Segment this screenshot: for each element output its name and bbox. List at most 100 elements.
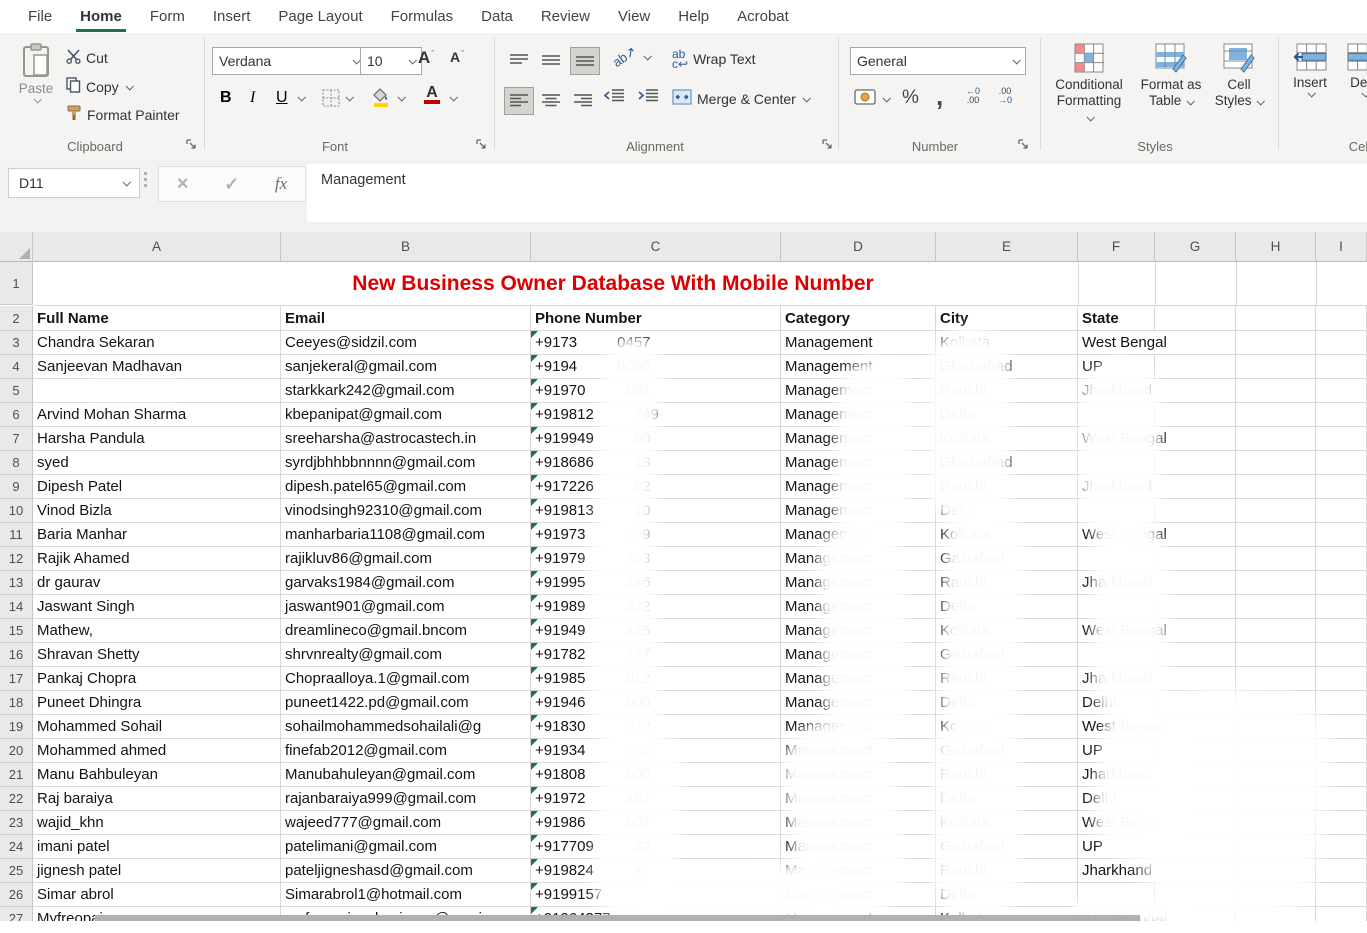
cell-name[interactable]: syed [33, 451, 281, 475]
insert-function-icon[interactable]: fx [275, 174, 287, 194]
cell-empty[interactable] [1155, 667, 1236, 691]
cell-phone[interactable]: +91981310 [531, 499, 781, 523]
cell-city[interactable]: Delhi [936, 883, 1078, 907]
cell-empty[interactable] [1155, 475, 1236, 499]
header-empty[interactable] [1236, 306, 1316, 331]
cell-empty[interactable] [1316, 883, 1367, 907]
cell-city[interactable]: Kolkata [936, 331, 1078, 355]
header-category[interactable]: Category [781, 306, 936, 331]
cell-state[interactable] [1078, 499, 1155, 523]
delete-cells-button[interactable]: Dele [1340, 43, 1367, 97]
title-row-cell[interactable]: New Business Owner Database With Mobile … [33, 262, 1367, 306]
cell-empty[interactable] [1155, 811, 1236, 835]
cell-state[interactable]: West Benga [1078, 811, 1155, 835]
cell-empty[interactable] [1316, 667, 1367, 691]
row-header-3[interactable]: 3 [0, 331, 33, 355]
cell-phone[interactable]: +91868618 [531, 451, 781, 475]
enter-icon[interactable]: ✓ [224, 174, 239, 195]
cell-empty[interactable] [1316, 835, 1367, 859]
clipboard-dialog-launcher[interactable] [186, 139, 198, 151]
cell-name[interactable]: Harsha Pandula [33, 427, 281, 451]
cell-empty[interactable] [1236, 883, 1316, 907]
cell-empty[interactable] [1236, 907, 1316, 921]
cell-empty[interactable] [1155, 499, 1236, 523]
cell-styles-button[interactable]: Cell Styles [1210, 43, 1268, 109]
cell-empty[interactable] [1155, 571, 1236, 595]
cell-empty[interactable] [1236, 859, 1316, 883]
row-header-11[interactable]: 11 [0, 523, 33, 547]
cell-city[interactable]: Delhi [936, 787, 1078, 811]
orientation-button[interactable]: ab↗ [612, 49, 650, 65]
row-header-15[interactable]: 15 [0, 619, 33, 643]
cell-empty[interactable] [1236, 547, 1316, 571]
cell-city[interactable]: Kolkata [936, 715, 1078, 739]
cell-city[interactable]: Gaziabad [936, 547, 1078, 571]
cell-empty[interactable] [1155, 907, 1236, 921]
cell-name[interactable]: Chandra Sekaran [33, 331, 281, 355]
borders-dropdown[interactable] [344, 95, 352, 101]
cell-state[interactable] [1078, 595, 1155, 619]
font-color-dropdown[interactable] [448, 95, 456, 101]
cell-category[interactable]: Management [781, 691, 936, 715]
cell-city[interactable]: Delhi [936, 691, 1078, 715]
column-header-F[interactable]: F [1078, 232, 1155, 262]
cell-empty[interactable] [1316, 859, 1367, 883]
cell-name[interactable]: Pankaj Chopra [33, 667, 281, 691]
header-state[interactable]: State [1078, 306, 1155, 331]
cell-empty[interactable] [1236, 715, 1316, 739]
borders-button[interactable] [322, 89, 340, 112]
row-header-24[interactable]: 24 [0, 835, 33, 859]
cell-name[interactable]: Arvind Mohan Sharma [33, 403, 281, 427]
cell-empty[interactable] [1155, 739, 1236, 763]
formula-bar-handle[interactable] [144, 172, 147, 187]
cell-category[interactable]: Management [781, 475, 936, 499]
cell-empty[interactable] [1236, 811, 1316, 835]
cell-empty[interactable] [1155, 379, 1236, 403]
cell-city[interactable]: Kolkata [936, 811, 1078, 835]
column-header-G[interactable]: G [1155, 232, 1236, 262]
font-family-select[interactable]: Verdana [212, 47, 366, 75]
cell-email[interactable]: syrdjbhhbbnnnn@gmail.com [281, 451, 531, 475]
cell-empty[interactable] [1316, 427, 1367, 451]
cell-category[interactable]: Management [781, 379, 936, 403]
cell-state[interactable]: UP [1078, 835, 1155, 859]
cell-phone[interactable]: +919812749 [531, 403, 781, 427]
cell-state[interactable] [1078, 643, 1155, 667]
cell-empty[interactable] [1155, 835, 1236, 859]
cell-state[interactable]: UP [1078, 739, 1155, 763]
row-header-2[interactable]: 2 [0, 306, 33, 331]
cell-category[interactable]: Management [781, 835, 936, 859]
cell-state[interactable]: UP [1078, 355, 1155, 379]
cell-phone[interactable]: +91986607 [531, 811, 781, 835]
cell-empty[interactable] [1316, 715, 1367, 739]
comma-style-button[interactable]: , [936, 81, 943, 112]
cell-empty[interactable] [1155, 403, 1236, 427]
cell-category[interactable]: Management [781, 859, 936, 883]
cell-city[interactable]: Ghaziabad [936, 451, 1078, 475]
cell-email[interactable]: Simarabrol1@hotmail.com [281, 883, 531, 907]
cell-city[interactable]: Gaziabad [936, 643, 1078, 667]
header-email[interactable]: Email [281, 306, 531, 331]
cell-state[interactable] [1078, 547, 1155, 571]
cell-empty[interactable] [1155, 451, 1236, 475]
row-header-14[interactable]: 14 [0, 595, 33, 619]
underline-button[interactable]: U [276, 89, 288, 107]
column-header-E[interactable]: E [936, 232, 1078, 262]
cell-name[interactable]: Manu Bahbuleyan [33, 763, 281, 787]
cell-state[interactable]: Jharkhand [1078, 475, 1155, 499]
cell-phone[interactable]: +91934846 [531, 739, 781, 763]
cell-phone[interactable]: +91808600 [531, 763, 781, 787]
cell-email[interactable]: puneet1422.pd@gmail.com [281, 691, 531, 715]
cell-city[interactable]: Delhi [936, 403, 1078, 427]
cut-button[interactable]: Cut [66, 49, 108, 67]
cell-category[interactable]: Management [781, 667, 936, 691]
cell-empty[interactable] [1236, 355, 1316, 379]
cell-name[interactable]: wajid_khn [33, 811, 281, 835]
format-painter-button[interactable]: Format Painter [66, 105, 180, 124]
cell-name[interactable]: Mohammed Sohail [33, 715, 281, 739]
cell-name[interactable] [33, 379, 281, 403]
cell-empty[interactable] [1316, 811, 1367, 835]
row-header-6[interactable]: 6 [0, 403, 33, 427]
cell-state[interactable] [1078, 403, 1155, 427]
cell-name[interactable]: Jaswant Singh [33, 595, 281, 619]
